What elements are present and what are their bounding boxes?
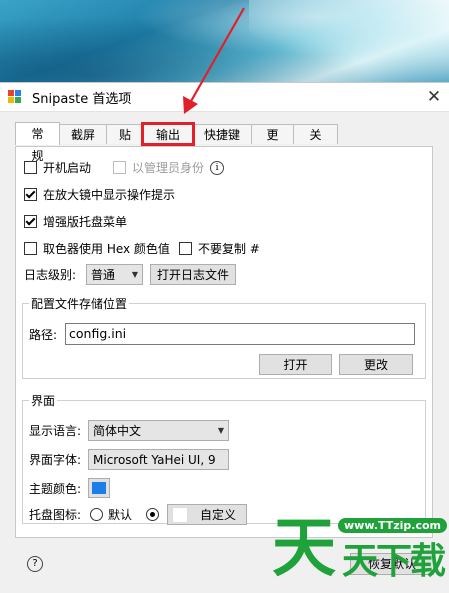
log-level-label: 日志级别: — [24, 268, 77, 282]
interface-title: 界面 — [31, 394, 56, 408]
theme-color-label: 主题颜色: — [29, 481, 82, 496]
tab-output[interactable]: 输出 — [141, 122, 195, 146]
watermark-url: www.TTzip.com — [338, 518, 447, 533]
run-as-admin-label: 以管理员身份 — [132, 161, 205, 175]
enhanced-tray-row: 增强版托盘菜单 — [24, 213, 127, 230]
no-copy-hash-label: 不要复制 # — [197, 242, 260, 256]
path-input[interactable]: config.ini — [65, 323, 415, 345]
show-tips-checkbox[interactable] — [24, 188, 37, 201]
theme-color-button[interactable] — [88, 478, 110, 498]
path-label: 路径: — [29, 327, 58, 342]
path-row: 路径: config.ini — [29, 323, 415, 345]
watermark-big-char: 天 — [272, 512, 336, 586]
tray-custom-radio[interactable] — [146, 508, 160, 521]
autostart-label: 开机启动 — [43, 161, 92, 175]
no-copy-hash-checkbox[interactable] — [178, 242, 192, 255]
font-picker-button[interactable]: Microsoft YaHei UI, 9 — [88, 449, 229, 470]
tab-paste[interactable]: 贴图 — [106, 124, 144, 162]
tray-icon-label: 托盘图标: — [29, 508, 82, 522]
language-select[interactable]: 简体中文 ▼ — [88, 420, 229, 441]
tab-bar: 常规 截屏 贴图 输出 快捷键 更新 关于 — [15, 122, 338, 163]
tray-default-radio[interactable] — [90, 508, 103, 521]
tab-about[interactable]: 关于 — [293, 124, 338, 162]
language-value: 简体中文 — [93, 423, 142, 438]
chevron-down-icon: ▼ — [131, 269, 138, 279]
tray-icon-preview — [172, 506, 189, 523]
log-level-select[interactable]: 普通 ▼ — [86, 264, 143, 285]
font-row: 界面字体: Microsoft YaHei UI, 9 — [29, 449, 229, 470]
tray-default-label: 默认 — [108, 508, 133, 522]
theme-color-row: 主题颜色: — [29, 478, 110, 498]
title-bar: Snipaste 首选项 ✕ — [0, 83, 449, 112]
show-tips-row: 在放大镜中显示操作提示 — [24, 186, 175, 203]
general-settings-panel: 开机启动 以管理员身份 i 在放大镜中显示操作提示 增强版托盘菜单 取色器使用 … — [15, 146, 433, 538]
open-log-button[interactable]: 打开日志文件 — [150, 264, 236, 285]
language-label: 显示语言: — [29, 424, 82, 438]
enhanced-tray-label: 增强版托盘菜单 — [43, 215, 128, 229]
chevron-down-icon: ▼ — [217, 425, 224, 435]
desktop-background — [0, 0, 449, 84]
hex-color-row: 取色器使用 Hex 颜色值 不要复制 # — [24, 240, 260, 257]
theme-color-swatch — [92, 482, 106, 494]
change-config-button[interactable]: 更改 — [339, 354, 413, 375]
run-as-admin-checkbox[interactable] — [113, 161, 127, 174]
tab-update[interactable]: 更新 — [251, 124, 294, 162]
wave-foam — [249, 0, 449, 84]
enhanced-tray-checkbox[interactable] — [24, 215, 37, 228]
tray-icon-row: 托盘图标: 默认 自定义 — [29, 504, 248, 525]
config-location-title: 配置文件存储位置 — [31, 297, 128, 311]
language-row: 显示语言: 简体中文 ▼ — [29, 420, 229, 441]
tab-hotkeys[interactable]: 快捷键 — [192, 124, 252, 144]
log-level-value: 普通 — [91, 267, 116, 282]
autostart-row: 开机启动 以管理员身份 i — [24, 159, 225, 176]
info-icon[interactable]: i — [210, 160, 225, 175]
watermark-small-chars: 天下载 — [342, 541, 446, 582]
hex-color-label: 取色器使用 Hex 颜色值 — [43, 242, 170, 256]
log-level-row: 日志级别: 普通 ▼ 打开日志文件 — [24, 264, 236, 285]
show-tips-label: 在放大镜中显示操作提示 — [43, 188, 176, 202]
ttzip-watermark: 天 www.TTzip.com 天下载 — [272, 512, 447, 590]
help-icon[interactable]: ? — [27, 556, 43, 572]
font-label: 界面字体: — [29, 453, 82, 467]
tab-capture[interactable]: 截屏 — [59, 124, 107, 144]
tab-general[interactable]: 常规 — [15, 122, 60, 163]
font-value: Microsoft YaHei UI, 9 — [93, 452, 216, 467]
snipaste-app-icon — [8, 90, 22, 104]
custom-tray-button[interactable]: 自定义 — [167, 504, 248, 525]
open-config-button[interactable]: 打开 — [259, 354, 332, 375]
hex-color-checkbox[interactable] — [24, 242, 37, 255]
custom-tray-label: 自定义 — [200, 507, 237, 522]
close-icon[interactable]: ✕ — [419, 87, 449, 107]
window-title: Snipaste 首选项 — [32, 91, 132, 107]
